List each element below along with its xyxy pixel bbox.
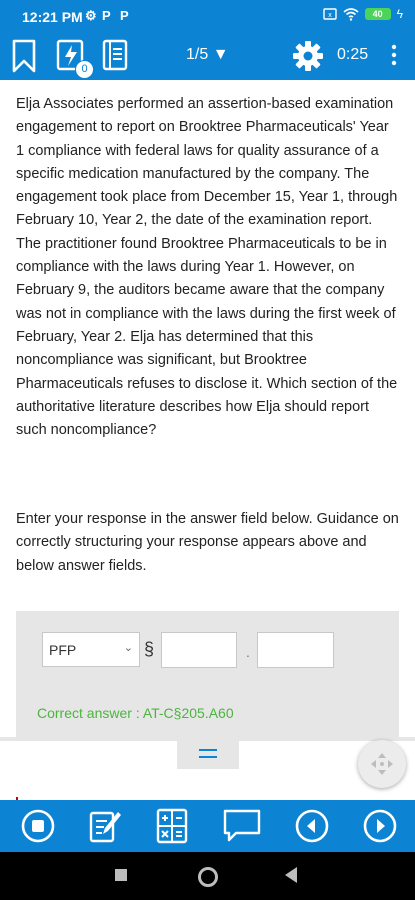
question-counter-label: 1/5 xyxy=(186,46,209,63)
settings-gear-icon[interactable] xyxy=(292,40,324,72)
home-button[interactable] xyxy=(198,867,218,887)
answer-panel: PFP ⌄ § . Correct answer : AT-C§205.A60 xyxy=(16,611,399,737)
paragraph-number-field[interactable] xyxy=(257,632,334,668)
status-right: x 40 ϟ xyxy=(322,7,403,21)
recents-button[interactable] xyxy=(115,869,127,881)
chevron-down-icon: ⌄ xyxy=(123,642,133,654)
calculator-icon[interactable] xyxy=(156,808,188,844)
section-number-field[interactable] xyxy=(161,632,237,668)
app-notification-icon: P xyxy=(102,8,111,23)
drag-handle-icon[interactable] xyxy=(177,737,239,769)
previous-icon[interactable] xyxy=(294,808,330,844)
svg-text:x: x xyxy=(328,12,332,19)
app-toolbar: 1/5 ▼ 0:25 xyxy=(0,35,415,80)
battery-icon: 40 xyxy=(364,8,391,20)
next-icon[interactable] xyxy=(362,808,398,844)
back-button[interactable] xyxy=(285,867,297,883)
sync-icon: ⚙ xyxy=(85,8,97,23)
question-instructions: Enter your response in the answer field … xyxy=(16,511,399,574)
move-fab-icon[interactable] xyxy=(358,740,406,788)
status-bar: 12:21 PM ⚙ P P x 40 ϟ xyxy=(0,0,415,35)
stop-icon[interactable] xyxy=(20,808,56,844)
cast-icon: x xyxy=(322,8,337,20)
question-text: Elja Associates performed an assertion-b… xyxy=(16,96,398,439)
source-select[interactable]: PFP ⌄ xyxy=(42,632,140,667)
bottom-action-bar xyxy=(0,800,415,852)
charging-icon: ϟ xyxy=(396,7,403,21)
exam-timer: 0:25 xyxy=(337,46,369,63)
flash-card-badge: 0 xyxy=(75,60,94,79)
wifi-icon xyxy=(343,7,359,21)
dropdown-arrow-icon: ▼ xyxy=(212,46,229,63)
status-time: 12:21 PM xyxy=(22,9,83,25)
comment-icon[interactable] xyxy=(222,808,262,844)
bookmark-icon[interactable] xyxy=(12,39,36,73)
notebook-icon[interactable] xyxy=(101,39,129,71)
more-options-icon[interactable] xyxy=(390,43,398,67)
source-select-value: PFP xyxy=(49,642,77,658)
app-notification-icon-2: P xyxy=(120,8,129,23)
correct-answer-text: Correct answer : AT-C§205.A60 xyxy=(37,705,234,721)
battery-level: 40 xyxy=(372,9,383,19)
system-nav-bar xyxy=(0,852,415,900)
separator-dot: . xyxy=(246,644,250,660)
question-counter[interactable]: 1/5 ▼ xyxy=(186,46,229,64)
section-symbol: § xyxy=(144,639,155,659)
edit-note-icon[interactable] xyxy=(88,808,122,844)
